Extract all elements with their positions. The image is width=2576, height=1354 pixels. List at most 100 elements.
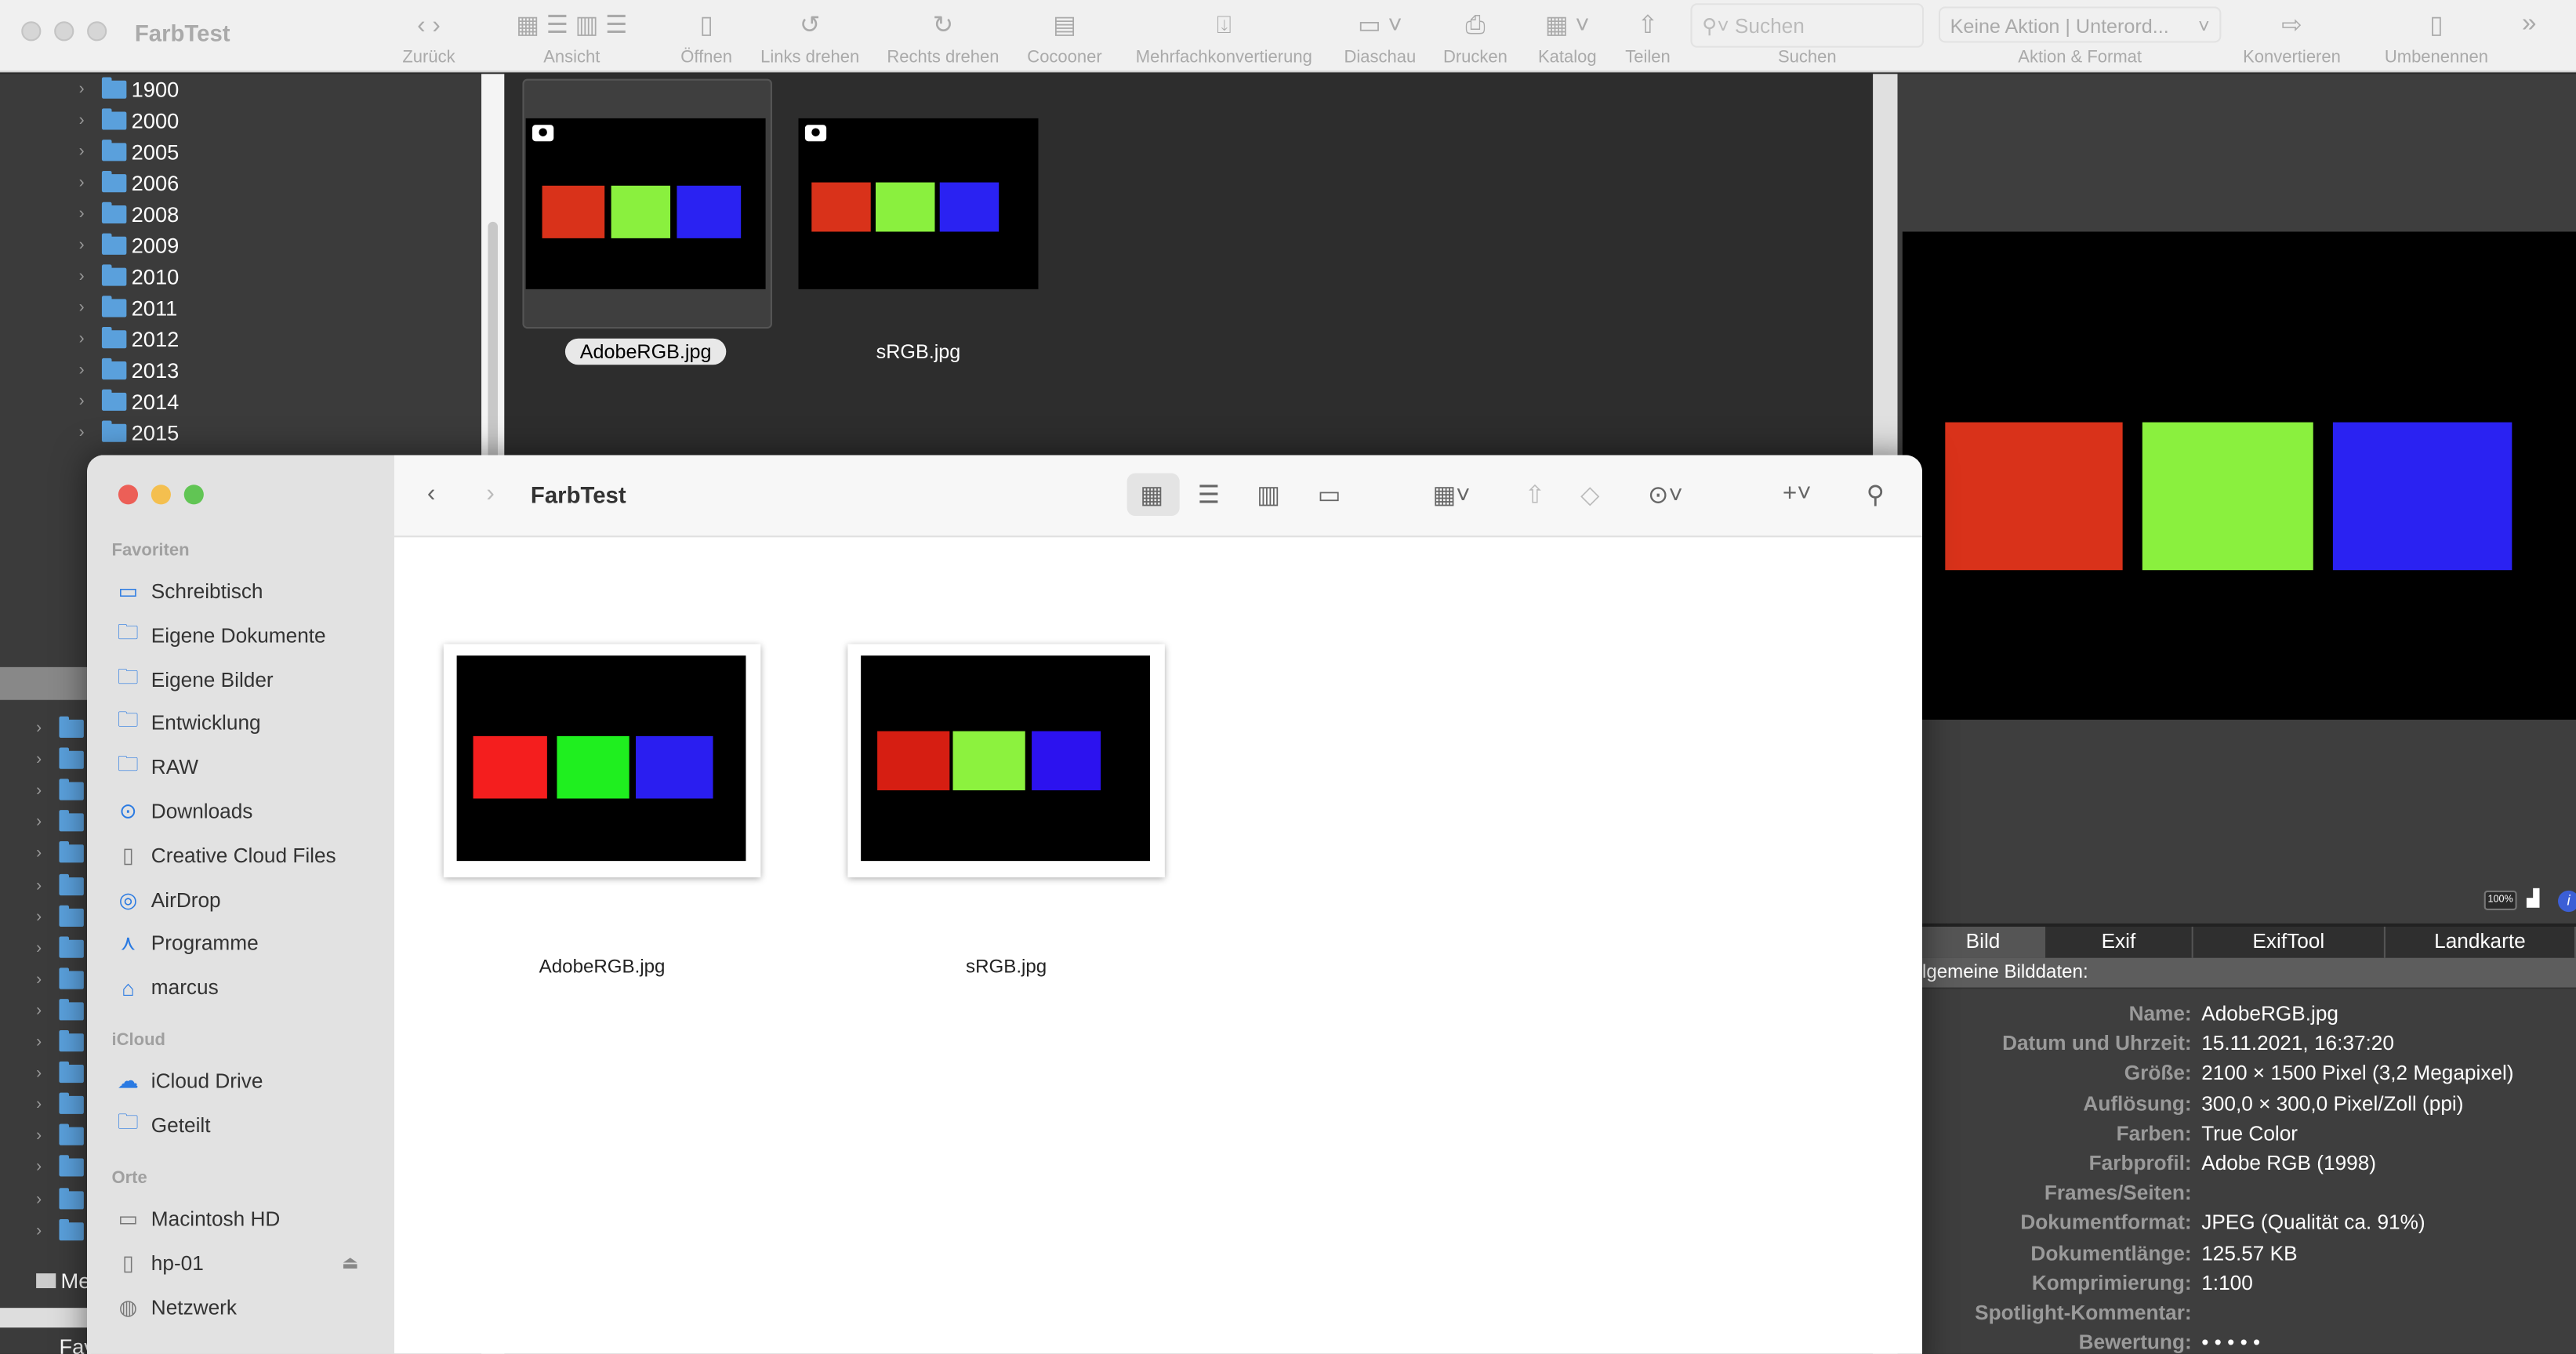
thumbnail-label[interactable]: AdobeRGB.jpg [564, 338, 727, 365]
chevron-right-icon[interactable]: › [79, 143, 102, 161]
tree-item[interactable]: › [36, 1058, 89, 1090]
sidebar-item[interactable]: 🗀 Eigene Dokumente [115, 619, 326, 652]
file-thumbnail[interactable] [847, 644, 1165, 878]
sidebar-item[interactable]: ◍ Netzwerk [115, 1290, 237, 1323]
tree-item[interactable]: › 2009 [79, 230, 179, 261]
tree-item[interactable]: › [36, 1184, 89, 1215]
rename-button[interactable]: ▯ Umbenennen [2377, 10, 2495, 67]
tab-exiftool[interactable]: ExifTool [2193, 926, 2386, 958]
eject-icon[interactable]: ⏏ [342, 1253, 359, 1274]
chevron-right-icon[interactable]: › [36, 1096, 59, 1114]
rotate-left-button[interactable]: ↺ Links drehen [756, 10, 864, 67]
tree-item[interactable]: › [36, 933, 89, 964]
tree-item[interactable]: › 2013 [79, 355, 180, 387]
rotate-right-button[interactable]: ↻ Rechts drehen [882, 10, 1003, 67]
sidebar-item[interactable]: 🗀 Eigene Bilder [115, 663, 274, 696]
zoom-100-button[interactable]: 100% [2483, 890, 2517, 911]
view-button[interactable]: ▦ ☰ ▥ ☰ Ansicht [484, 10, 659, 67]
more-actions-icon[interactable]: ⊙˅ [1648, 480, 1683, 510]
tree-item[interactable]: › 2008 [79, 199, 179, 231]
chevron-right-icon[interactable]: › [79, 424, 102, 442]
tree-item-media[interactable]: Me [36, 1269, 90, 1293]
thumbnail-adobergb[interactable] [525, 118, 766, 289]
file-name[interactable]: AdobeRGB.jpg [444, 958, 760, 978]
sidebar-item[interactable]: 🗀 Entwicklung [115, 707, 261, 740]
chevron-right-icon[interactable]: › [36, 1159, 59, 1177]
batch-convert-button[interactable]: ⍗ Mehrfachkonvertierung [1127, 10, 1321, 67]
tree-item[interactable]: › [36, 745, 89, 776]
tree-item[interactable]: › [36, 1027, 89, 1058]
chevron-right-icon[interactable]: › [36, 782, 59, 800]
file-name[interactable]: sRGB.jpg [847, 958, 1164, 978]
tree-hscrollbar[interactable] [0, 1308, 88, 1328]
share-button[interactable]: ⇧ Teilen [1618, 10, 1677, 67]
chevron-right-icon[interactable]: › [36, 814, 59, 832]
chevron-right-icon[interactable]: › [79, 361, 102, 379]
forward-chevron-icon[interactable]: › [486, 480, 494, 508]
histogram-icon[interactable]: ▟ [2527, 891, 2549, 910]
chevron-right-icon[interactable]: › [36, 877, 59, 895]
sidebar-item[interactable]: ☁ iCloud Drive [115, 1065, 263, 1098]
chevron-right-icon[interactable]: › [36, 1065, 59, 1083]
sidebar-item[interactable]: ⌂ marcus [115, 971, 218, 1004]
tree-item[interactable]: › [36, 1215, 89, 1247]
close-button[interactable] [118, 485, 139, 505]
thumbnail-label[interactable]: sRGB.jpg [838, 339, 999, 365]
tree-item[interactable]: › [36, 902, 89, 933]
catalog-button[interactable]: ▦ ˅ Katalog [1531, 10, 1603, 67]
tree-item[interactable]: › 2006 [79, 168, 179, 199]
chevron-right-icon[interactable]: › [79, 299, 102, 317]
info-icon[interactable]: i [2558, 890, 2576, 913]
gallery-view-icon[interactable]: ▭ [1318, 480, 1341, 510]
tree-item[interactable]: › [36, 808, 89, 839]
tree-item[interactable]: › [36, 870, 89, 902]
chevron-right-icon[interactable]: › [36, 1033, 59, 1051]
tab-bild[interactable]: Bild [1921, 926, 2046, 958]
chevron-right-icon[interactable]: › [36, 971, 59, 989]
file-thumbnail[interactable] [443, 644, 761, 878]
sidebar-item[interactable]: 🗀 Geteilt [115, 1109, 211, 1142]
list-view-icon[interactable]: ☰ [1198, 480, 1220, 510]
chevron-right-icon[interactable]: › [36, 720, 59, 738]
chevron-right-icon[interactable]: › [36, 1127, 59, 1145]
tree-item[interactable]: › 2005 [79, 136, 179, 168]
action-select[interactable]: Keine Aktion | Unterord... ˅ [1938, 6, 2222, 43]
chevron-right-icon[interactable]: › [79, 237, 102, 255]
slideshow-button[interactable]: ▭ ˅ Diaschau [1339, 10, 1421, 67]
tree-item[interactable]: › [36, 713, 89, 745]
chevron-right-icon[interactable]: › [36, 751, 59, 769]
chevron-right-icon[interactable]: › [79, 174, 102, 192]
tree-scrollbar-thumb[interactable] [488, 221, 498, 469]
sidebar-item[interactable]: ▯ Creative Cloud Files [115, 839, 336, 872]
search-icon[interactable]: ⚲ [1867, 480, 1885, 510]
tree-item[interactable]: › [36, 776, 89, 808]
overflow-chevron-icon[interactable]: » [2522, 10, 2537, 40]
tab-exif[interactable]: Exif [2045, 926, 2193, 958]
tree-item[interactable]: › 2015 [79, 417, 180, 448]
sidebar-item[interactable]: ▭ Macintosh HD [115, 1203, 281, 1236]
chevron-right-icon[interactable]: › [36, 1190, 59, 1208]
tab-landkarte[interactable]: Landkarte [2385, 926, 2576, 958]
sidebar-item[interactable]: 🗀 RAW [115, 751, 198, 784]
back-button[interactable]: ‹ › Zurück [399, 10, 458, 67]
tree-item[interactable]: › [36, 839, 89, 870]
tree-item[interactable]: › [36, 996, 89, 1027]
sidebar-item[interactable]: ▯ hp-01 ⏏ [115, 1247, 359, 1280]
tree-item[interactable]: › [36, 964, 89, 996]
window-close-button[interactable] [21, 21, 42, 42]
window-minimize-button[interactable] [54, 21, 74, 42]
sidebar-item[interactable]: ⊙ Downloads [115, 795, 252, 828]
chevron-right-icon[interactable]: › [36, 845, 59, 863]
sidebar-item[interactable]: ⋏ Programme [115, 927, 258, 960]
tree-item[interactable]: › 1900 [79, 74, 179, 105]
back-chevron-icon[interactable]: ‹ [427, 480, 435, 508]
tree-item[interactable]: › 2010 [79, 261, 179, 292]
add-icon[interactable]: +˅ [1783, 480, 1812, 508]
column-view-icon[interactable]: ▥ [1257, 480, 1280, 510]
minimize-button[interactable] [151, 485, 171, 505]
zoom-button[interactable] [183, 485, 204, 505]
tag-icon[interactable]: ◇ [1580, 480, 1599, 510]
chevron-right-icon[interactable]: › [79, 330, 102, 348]
chevron-right-icon[interactable]: › [79, 112, 102, 130]
print-button[interactable]: ⎙ Drucken [1438, 10, 1513, 67]
